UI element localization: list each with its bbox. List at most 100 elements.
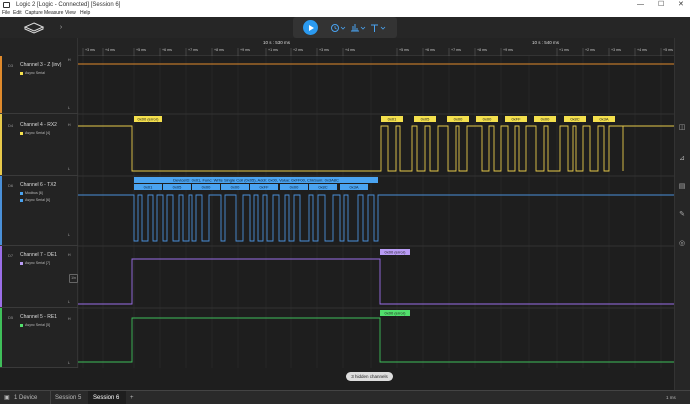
svg-text:0x00: 0x00 [541,117,550,122]
start-capture-button[interactable] [303,20,318,35]
timeline-tick-label: +4 ms [637,48,647,52]
channel-name[interactable]: Channel 6 - TX2 [20,182,56,188]
device-icon[interactable] [22,21,46,34]
channel-row-d7[interactable]: D7 Channel 7 - DE1 Async Serial [7] H 1/… [0,246,78,308]
ch5-error-frame: 0x00 (error) [380,310,410,316]
svg-text:0x3A: 0x3A [599,117,608,122]
channel-color-bar [0,246,2,307]
play-icon [308,24,314,31]
timeline-tick-label: +2 ms [585,48,595,52]
timer-icon [331,23,346,32]
channel-name[interactable]: Channel 3 - Z (inv) [20,62,61,68]
channel-row-d6[interactable]: D6 Channel 6 - TX2 Modbus [6] Async Seri… [0,176,78,246]
level-low-label: L [68,300,70,304]
timeline-tick-label: +6 ms [425,48,435,52]
timeline-tick-label: +5 ms [136,48,146,52]
timeline-tick-label: +9 ms [240,48,250,52]
maximize-button[interactable]: ☐ [658,0,664,10]
analyzers-panel-icon[interactable]: ◫ [677,122,687,132]
title-bar: Logic 2 [Logic - Connected] [Session 6] … [0,0,690,10]
menu-edit[interactable]: Edit [13,10,22,17]
channel-row-d4[interactable]: D4 Channel 4 - RX2 Async Serial [4] H L [0,114,78,176]
timeline-tick-label: +3 ms [85,48,95,52]
ch6-byte-frame: 0x00 [221,184,249,190]
timeline-tick-label: +4 ms [105,48,115,52]
level-low-label: L [68,167,70,171]
timeline-major-label-2: 10 s : 540 ms [532,40,560,45]
timeline-tick-label: +4 ms [345,48,355,52]
channel-row-d5[interactable]: D5 Channel 5 - RE1 Async Serial [5] H L [0,308,78,368]
analyzer-label[interactable]: Async Serial [5] [20,323,50,327]
channel-color-bar [0,308,2,367]
channel-name[interactable]: Channel 4 - RX2 [20,122,57,128]
ch6-modbus-frame: DeviceID: 0x01, Func: Write Single Coil … [134,177,378,183]
timeline-ruler[interactable]: 10 s : 530 ms 10 s : 540 ms +3 ms +4 ms +5… [78,38,674,56]
analyzer-label[interactable]: Modbus [6] [20,191,43,195]
ch4-byte-frame: 0x00 [476,116,498,122]
measure-menu-button[interactable] [350,22,366,33]
notifications-panel-icon[interactable]: ◎ [677,238,687,248]
timeline-tick-label: +9 ms [503,48,513,52]
timeline-tick-label: +5 ms [663,48,673,52]
waveform-d5 [78,317,674,363]
timeline-tick-label: +3 ms [319,48,329,52]
ch4-byte-frame: 0x3A [593,116,615,122]
svg-text:0x00 (error): 0x00 (error) [385,250,407,255]
analyzer-label[interactable]: Async Serial [20,71,45,75]
waveform-area[interactable]: 0x00 (error) 0x01 0x05 0x00 0x00 0xFF 0x00 0x8C… [77,56,674,368]
channel-name[interactable]: Channel 7 - DE1 [20,252,57,258]
tab-session-5[interactable]: Session 5 [50,391,86,404]
channel-name[interactable]: Channel 5 - RE1 [20,314,57,320]
ch6-byte-frame: 0xFF [250,184,278,190]
extensions-panel-icon[interactable]: ✎ [677,209,687,219]
tab-session-6[interactable]: Session 6 [88,391,126,404]
svg-text:DeviceID: 0x01, Func: Write Si: DeviceID: 0x01, Func: Write Single Coil … [173,178,339,183]
waveform-svg: 0x00 (error) 0x01 0x05 0x00 0x00 0xFF 0x00 0x8C… [77,56,674,368]
channel-row-d3[interactable]: D3 Channel 3 - Z (inv) Async Serial H L [0,56,78,114]
channel-list: D3 Channel 3 - Z (inv) Async Serial H L … [0,38,78,368]
sidebar-toggle-button[interactable]: 1/n [69,274,78,283]
svg-text:0x00: 0x00 [290,185,299,190]
device-icon[interactable]: ▣ [4,391,10,404]
trigger-menu-button[interactable] [370,22,386,33]
annotations-panel-icon[interactable]: ▤ [677,181,687,191]
zoom-level: 1 ms [666,395,676,400]
analyzers-menu-button[interactable] [330,22,346,33]
menu-view[interactable]: View [65,10,76,17]
analyzer-label[interactable]: Async Serial [4] [20,131,50,135]
menu-measure[interactable]: Measure [44,10,63,17]
timeline-tick-label: +1 ms [559,48,569,52]
ch6-byte-frame: 0x01 [134,184,162,190]
channel-color-bar [0,56,2,113]
device-count-tab[interactable]: 1 Device [14,391,37,404]
svg-text:0x8C: 0x8C [318,185,327,190]
svg-text:0x00: 0x00 [231,185,240,190]
channel-number: D6 [8,183,14,188]
svg-text:0x05: 0x05 [421,117,430,122]
analyzer-label[interactable]: Async Serial [7] [20,261,50,265]
minimize-button[interactable]: — [637,0,644,10]
level-high-label: H [68,253,71,257]
menu-capture[interactable]: Capture [25,10,43,17]
measure-icon [351,23,366,31]
channel-number: D4 [8,123,14,128]
ch4-byte-frame: 0x01 [381,116,403,122]
close-button[interactable]: ✕ [678,0,684,10]
chevron-right-icon[interactable]: › [58,23,64,32]
add-session-button[interactable]: + [130,391,134,404]
timeline-tick-label: +8 ms [214,48,224,52]
measurements-panel-icon[interactable]: ⊿ [677,153,687,163]
svg-text:0xFF: 0xFF [259,185,269,190]
menu-file[interactable]: File [2,10,10,17]
menu-help[interactable]: Help [80,10,90,17]
app-logo-icon [3,2,10,8]
analyzer-label[interactable]: Async Serial [6] [20,198,50,202]
hidden-channels-button[interactable]: 3 hidden channels [346,372,393,381]
toolbar: › [0,17,690,38]
svg-text:0x8C: 0x8C [570,117,579,122]
timeline-major-label-1: 10 s : 530 ms [263,40,291,45]
ch4-byte-frame: 0xFF [505,116,527,122]
svg-text:0x00 (error): 0x00 (error) [385,311,407,316]
timeline-tick-label: +8 ms [477,48,487,52]
window-title: Logic 2 [Logic - Connected] [Session 6] [16,2,121,8]
